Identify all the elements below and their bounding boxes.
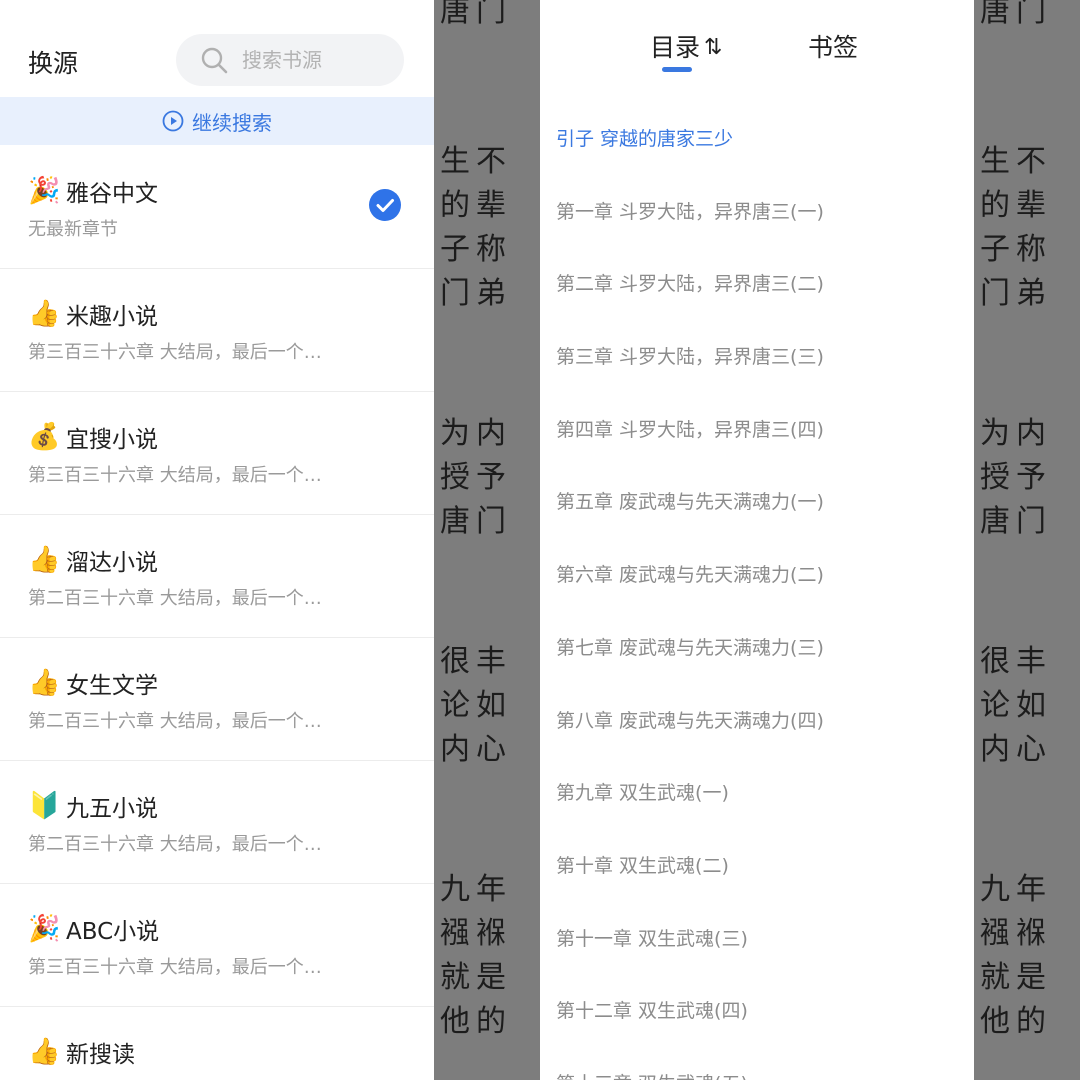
tab-bookmarks[interactable]: 书签 [808,28,858,64]
background-text-line: 是唐门 [974,504,1052,539]
chapter-list: 引子 穿越的唐家三少 第一章 斗罗大陆，异界唐三(一) 第二章 斗罗大陆，异界唐三(… [540,100,974,1080]
active-tab-indicator [662,67,692,72]
chapter-item[interactable]: 第八章 废武魂与先天满魂力(四) [540,682,974,755]
play-circle-icon [162,110,184,132]
search-icon [201,47,228,74]
chapter-item[interactable]: 第一章 斗罗大陆，异界唐三(一) [540,173,974,246]
chapter-item[interactable]: 第七章 废武魂与先天满魂力(三) [540,609,974,682]
background-text-line: 弟子称 [434,232,512,267]
source-name: 雅谷中文 [66,181,158,207]
toc-tabs: 目录 ⇅ 书签 [540,0,974,90]
latest-chapter: 第二百三十六章 大结局，最后一个… [28,834,322,855]
source-item[interactable]: 👍 溜达小说第二百三十六章 大结局，最后一个… [0,515,434,638]
chapter-item-current[interactable]: 引子 穿越的唐家三少 [540,100,974,173]
reader-background-middle: 是唐门出生不子的辈弟子称内门弟个为内教授予是唐门者很丰无论如的内心十九年在襁褓们… [434,0,540,1080]
latest-chapter: 第二百三十六章 大结局，最后一个… [28,711,322,732]
background-text-line: 教授予 [434,460,512,495]
source-item[interactable]: 👍 米趣小说第三百三十六章 大结局，最后一个… [0,269,434,392]
source-badge-icon: 👍 [28,1037,61,1067]
background-text-line: 无论如 [434,688,512,723]
background-text-line: 内门弟 [974,276,1052,311]
source-item[interactable]: 👍 女生文学第二百三十六章 大结局，最后一个… [0,638,434,761]
background-text-line: 是唐门 [974,0,1052,29]
reader-background-right: 是唐门出生不子的辈弟子称内门弟个为内教授予是唐门者很丰无论如的内心十九年在襁褓们… [974,0,1080,1080]
continue-search-label: 继续搜索 [192,110,272,135]
background-text-line: 是唐门 [434,504,512,539]
background-text-line: 内门弟 [434,276,512,311]
chapter-item[interactable]: 第十二章 双生武魂(四) [540,972,974,1045]
source-badge-icon: 👍 [28,668,61,698]
continue-search-button[interactable]: 继续搜索 [0,97,434,145]
background-text-line: 们就是 [974,960,1052,995]
background-text-line: 教授予 [974,460,1052,495]
background-text-line: 们就是 [434,960,512,995]
latest-chapter: 第三百三十六章 大结局，最后一个… [28,465,322,486]
search-box[interactable] [176,34,404,86]
source-badge-icon: 👍 [28,299,61,329]
tab-bookmarks-label: 书签 [808,33,859,62]
chapter-item[interactable]: 第十一章 双生武魂(三) [540,900,974,973]
latest-chapter: 第三百三十六章 大结局，最后一个… [28,342,322,363]
source-item[interactable]: 🎉 雅谷中文无最新章节 [0,146,434,269]
background-text-line: 是他的 [974,1004,1052,1039]
background-text-line: 子的辈 [434,188,512,223]
chapter-item[interactable]: 第二章 斗罗大陆，异界唐三(二) [540,245,974,318]
background-text-line: 是唐门 [434,0,512,29]
background-text-line: 在襁褓 [974,916,1052,951]
source-badge-icon: 🔰 [28,791,61,821]
source-name: ABC小说 [66,919,160,945]
source-item[interactable]: 💰 宜搜小说第三百三十六章 大结局，最后一个… [0,392,434,515]
chapter-item[interactable]: 第三章 斗罗大陆，异界唐三(三) [540,318,974,391]
source-badge-icon: 🎉 [28,176,61,206]
background-text-line: 个为内 [974,416,1052,451]
background-text-line: 十九年 [434,872,512,907]
background-text-line: 十九年 [974,872,1052,907]
background-text-line: 的内心 [434,732,512,767]
chapter-item[interactable]: 第十三章 双生武魂(五) [540,1045,974,1080]
source-badge-icon: 💰 [28,422,61,452]
background-text-line: 者很丰 [974,644,1052,679]
change-source-panel: 换源 继续搜索 🎉雅谷中文无最新章节👍米趣小说第三百三十六章 大结局，最后一个…… [0,0,434,1080]
background-text-line: 子的辈 [974,188,1052,223]
sort-icon[interactable]: ⇅ [704,35,722,60]
chapter-item[interactable]: 第四章 斗罗大陆，异界唐三(四) [540,391,974,464]
tab-contents-label: 目录 [650,33,701,62]
background-text-line: 是他的 [434,1004,512,1039]
latest-chapter: 第三百三十六章 大结局，最后一个… [28,957,322,978]
source-badge-icon: 🎉 [28,914,61,944]
background-text-line: 者很丰 [434,644,512,679]
source-name: 九五小说 [66,796,158,822]
background-text-line: 弟子称 [974,232,1052,267]
background-text-line: 无论如 [974,688,1052,723]
chapter-item[interactable]: 第六章 废武魂与先天满魂力(二) [540,536,974,609]
source-list: 🎉 雅谷中文 无最新章节 👍 米趣小说 第三百三十六章 大结局，最后一个… 💰 宜搜小说 第三百… [0,146,434,1080]
source-name: 女生文学 [66,673,158,699]
source-name: 溜达小说 [66,550,158,576]
chapter-item[interactable]: 第五章 废武魂与先天满魂力(一) [540,463,974,536]
source-name: 宜搜小说 [66,427,158,453]
background-text-line: 出生不 [974,144,1052,179]
panel-title: 换源 [28,49,79,78]
latest-chapter: 无最新章节 [28,219,118,240]
source-name: 新搜读 [66,1042,135,1068]
chapter-item[interactable]: 第九章 双生武魂(一) [540,754,974,827]
background-text-line: 在襁褓 [434,916,512,951]
source-item[interactable]: 🔰 九五小说第二百三十六章 大结局，最后一个… [0,761,434,884]
background-text-line: 的内心 [974,732,1052,767]
source-name: 米趣小说 [66,304,158,330]
table-of-contents-panel: 目录 ⇅ 书签 引子 穿越的唐家三少 第一章 斗罗大陆，异界唐三(一) 第二章 斗罗大… [540,0,974,1080]
background-text-line: 个为内 [434,416,512,451]
latest-chapter: 第二百三十六章 大结局，最后一个… [28,588,322,609]
search-input[interactable] [242,44,392,76]
chapter-item[interactable]: 第十章 双生武魂(二) [540,827,974,900]
background-text-line: 出生不 [434,144,512,179]
tab-contents[interactable]: 目录 ⇅ [650,28,722,64]
source-badge-icon: 👍 [28,545,61,575]
source-item[interactable]: 🎉 ABC小说第三百三十六章 大结局，最后一个… [0,884,434,1007]
source-item[interactable]: 👍新搜读无最新章节 [0,1007,434,1080]
checkmark-icon [369,189,401,221]
latest-chapter: 无最新章节 [28,1076,358,1080]
